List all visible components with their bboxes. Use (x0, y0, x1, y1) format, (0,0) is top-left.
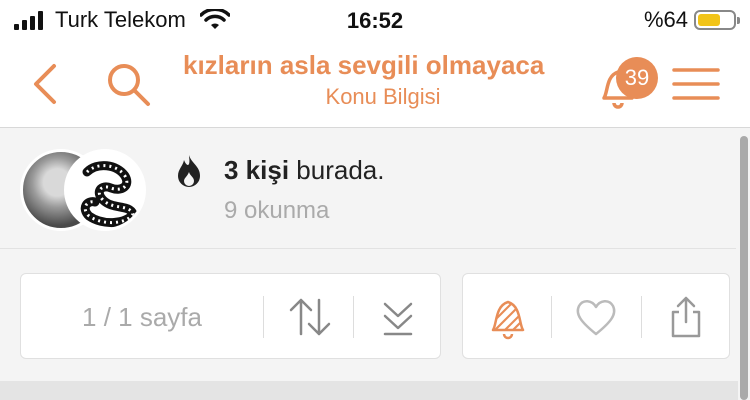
topic-title[interactable]: kızların asla sevgili olmayaca (183, 50, 583, 81)
sort-arrows-icon[interactable] (285, 292, 335, 342)
status-bar: Turk Telekom 16:52 %64 (0, 0, 750, 40)
topic-actions-toolbar (462, 273, 730, 359)
divider (551, 296, 552, 338)
scrollbar-thumb[interactable] (740, 136, 748, 400)
battery-fill (698, 14, 720, 26)
here-suffix: burada. (296, 155, 385, 185)
avatar[interactable] (64, 149, 146, 231)
viewers-section: 3 kişi burada. 9 okunma (0, 129, 736, 249)
chevron-left-icon[interactable] (26, 60, 66, 108)
divider (353, 296, 354, 338)
heart-icon[interactable] (571, 292, 621, 342)
page-selector-button[interactable]: 1 / 1 sayfa (21, 274, 263, 360)
status-right: %64 (643, 7, 740, 33)
search-icon[interactable] (104, 60, 152, 108)
divider (641, 296, 642, 338)
battery-icon (694, 10, 740, 30)
status-time: 16:52 (346, 8, 404, 33)
viewers-here-text: 3 kişi burada. (224, 155, 384, 186)
pagination-toolbar: 1 / 1 sayfa (20, 273, 441, 359)
battery-percentage: %64 (643, 7, 688, 32)
subscribe-bell-icon[interactable] (483, 292, 533, 342)
content-area-edge (0, 381, 750, 400)
hamburger-menu-icon[interactable] (672, 64, 720, 104)
notification-badge[interactable]: 39 (616, 57, 658, 99)
read-count: 9 okunma (224, 197, 330, 224)
snake-pattern-image (80, 161, 139, 227)
jump-to-bottom-icon[interactable] (373, 292, 423, 342)
divider (263, 296, 264, 338)
nav-bar: kızların asla sevgili olmayaca Konu Bilg… (0, 40, 750, 128)
topic-subtitle[interactable]: Konu Bilgisi (183, 84, 583, 110)
fire-icon (178, 155, 200, 187)
viewer-count: 3 kişi (224, 155, 290, 185)
share-icon[interactable] (661, 292, 711, 342)
